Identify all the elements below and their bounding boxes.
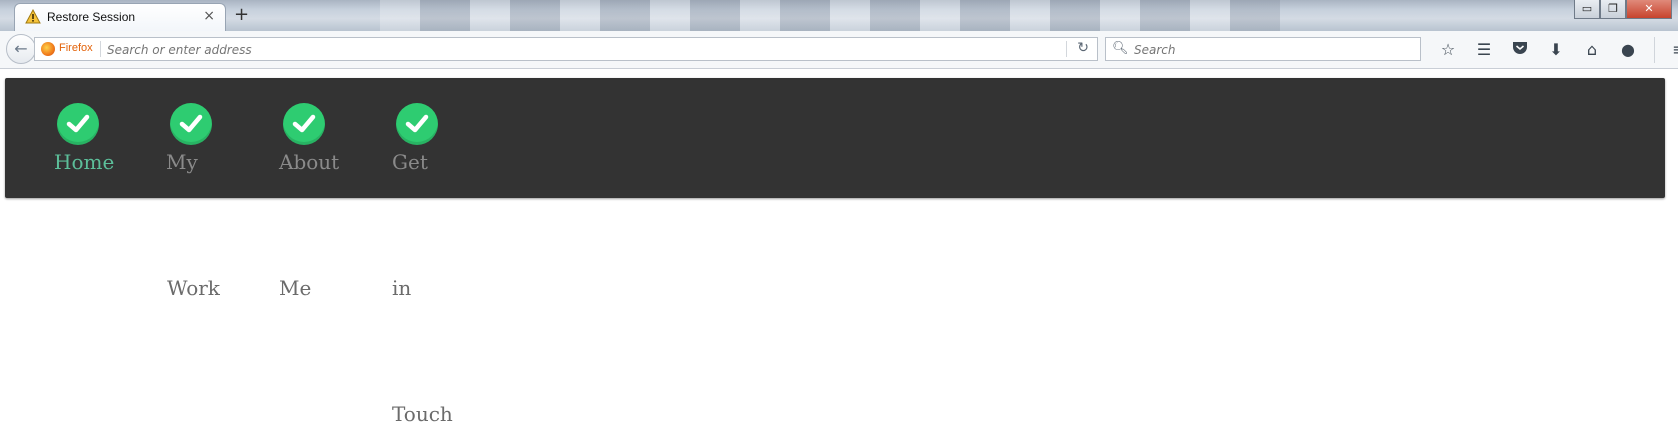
restore-button[interactable]: ❐ [1600,0,1626,19]
check-icon [57,103,99,145]
reading-list-icon[interactable]: ☰ [1466,37,1502,63]
back-button[interactable]: ← [6,34,36,64]
back-arrow-icon: ← [14,39,28,58]
window-controls: ▭ ❐ ✕ [1574,0,1672,20]
warning-icon [25,9,41,24]
nav-label-line: Home [54,150,115,174]
nav-label-line[interactable]: Me [279,276,311,300]
identity-label: Firefox [59,42,93,54]
menu-icon[interactable]: ≡ [1654,37,1678,63]
nav-label-line[interactable]: Touch [392,402,453,426]
chat-icon[interactable]: ● [1610,37,1646,63]
nav-label-line: Get [392,150,428,174]
tab-title: Restore Session [47,10,136,24]
check-icon [170,103,212,145]
nav-label-line[interactable]: Work [167,276,220,300]
tab-close-icon[interactable]: × [203,8,215,24]
reload-icon[interactable]: ↻ [1077,40,1089,56]
nav-label-line: My [166,150,198,174]
divider [1066,41,1067,57]
pocket-icon[interactable] [1502,37,1538,63]
search-input[interactable] [1132,40,1416,60]
tab-strip-background [380,0,1280,31]
tab-restore-session[interactable]: Restore Session × [14,3,226,31]
browser-toolbar: ← Firefox ↻ 🔍︎ ☆ ☰ ⬇ ⌂ ● ≡ [0,31,1678,69]
tab-strip: Restore Session × + ▭ ❐ ✕ [0,0,1678,31]
toolbar-icons: ☆ ☰ ⬇ ⌂ ● ≡ [1430,37,1678,63]
check-icon [283,103,325,145]
close-window-button[interactable]: ✕ [1626,0,1672,19]
nav-label-line[interactable]: in [392,276,411,300]
address-bar[interactable]: Firefox ↻ [34,37,1098,61]
url-input[interactable] [105,40,1009,60]
home-icon[interactable]: ⌂ [1574,37,1610,63]
new-tab-button[interactable]: + [234,4,249,25]
download-icon[interactable]: ⬇ [1538,37,1574,63]
search-icon: 🔍︎ [1112,41,1129,56]
bookmark-star-icon[interactable]: ☆ [1430,37,1466,63]
firefox-icon [41,42,55,56]
nav-label-line: About [279,150,340,174]
site-navigation: Home My About Get [5,78,1665,198]
divider [100,41,101,57]
check-icon [396,103,438,145]
minimize-button[interactable]: ▭ [1574,0,1600,19]
search-bar[interactable]: 🔍︎ [1105,37,1421,61]
